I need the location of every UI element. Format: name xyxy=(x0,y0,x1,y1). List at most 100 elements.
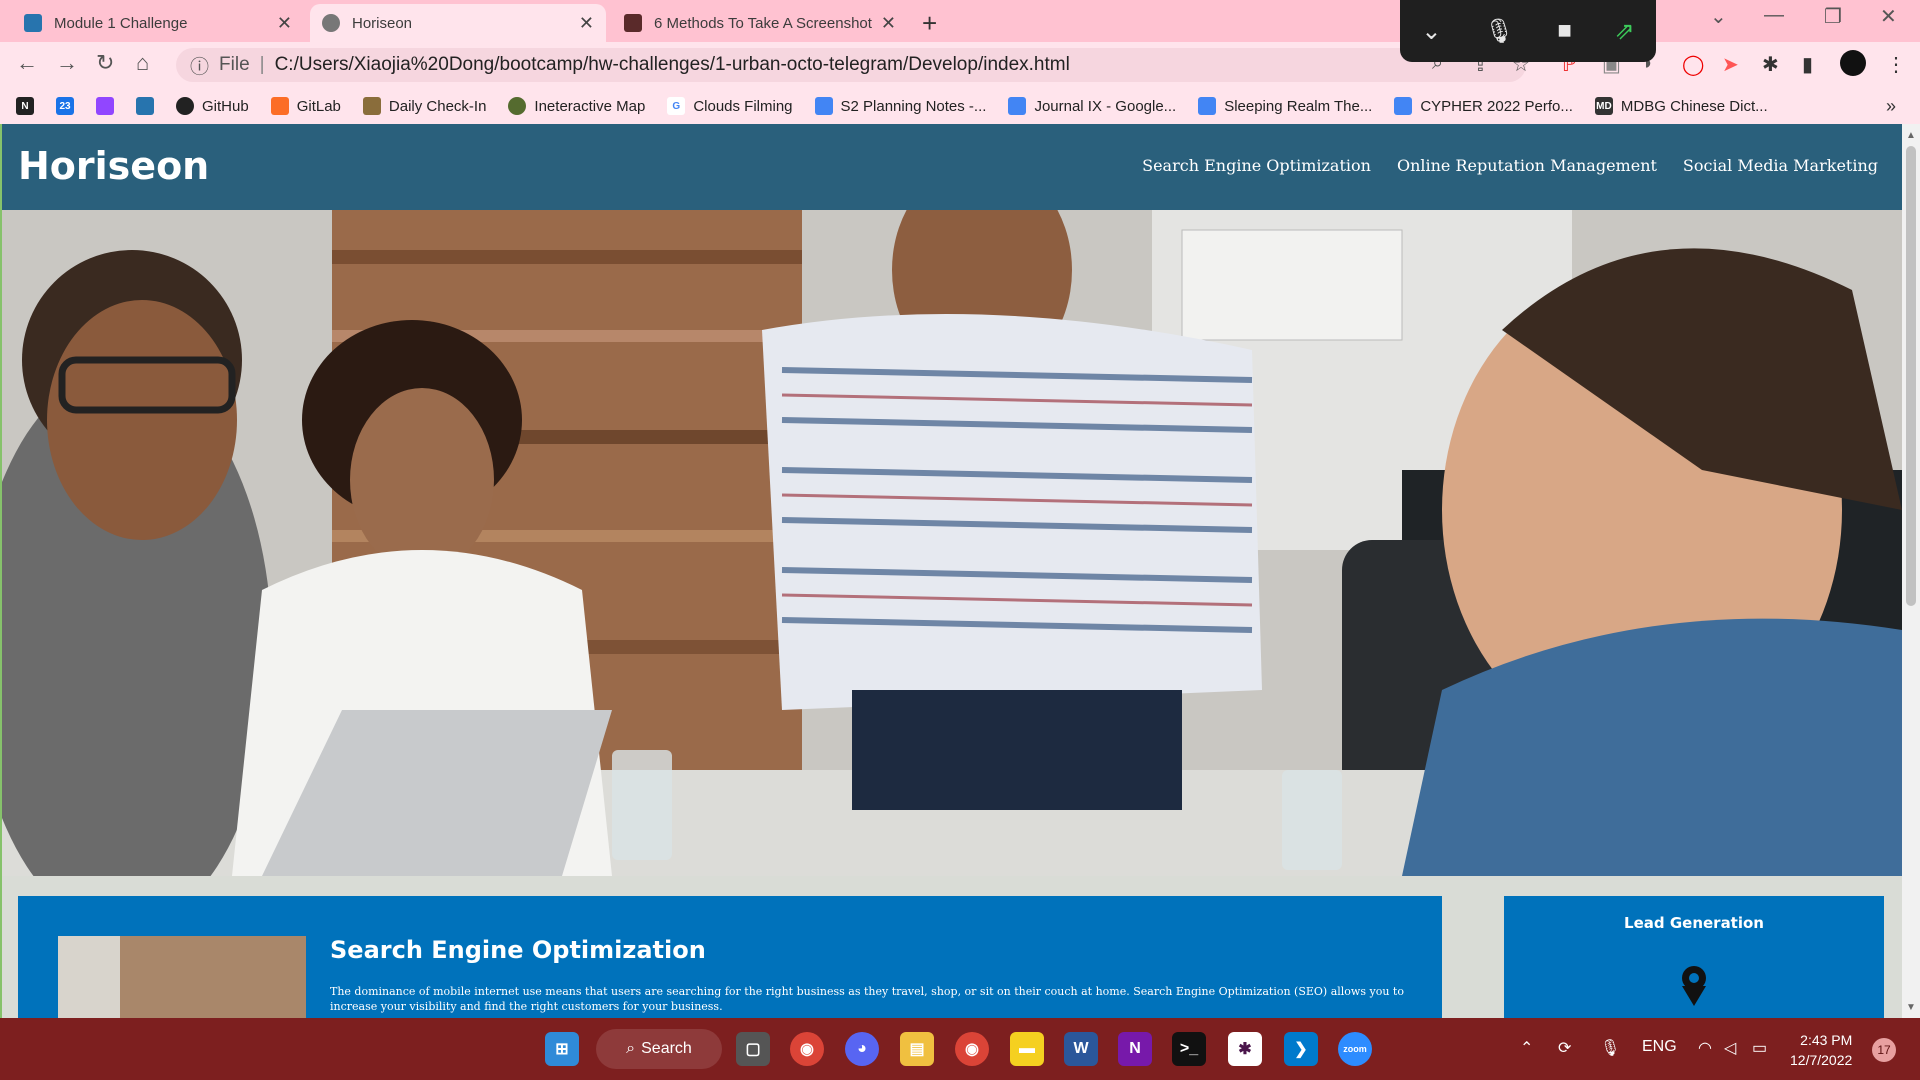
back-icon[interactable]: ← xyxy=(16,50,38,76)
windows-taskbar: ⊞ ⌕ Search ▢ ◉ ◕ ▤ ◉ ▬ W N >_ ✱ ❯ zoom ⌃… xyxy=(0,1018,1920,1080)
bookmark-github[interactable]: GitHub xyxy=(176,97,249,115)
restore-icon[interactable]: ❐ xyxy=(1824,4,1842,29)
close-icon[interactable]: ✕ xyxy=(579,13,594,34)
vscode-icon[interactable]: ❯ xyxy=(1284,1032,1318,1066)
discord-icon[interactable]: ◕ xyxy=(845,1032,879,1066)
bookmark-clouds-filming[interactable]: G Clouds Filming xyxy=(667,97,793,115)
close-icon[interactable]: ✕ xyxy=(881,13,896,34)
chevron-down-icon[interactable]: ⌄ xyxy=(1421,17,1441,46)
site-logo[interactable]: Horiseon xyxy=(18,144,209,188)
file-explorer-icon[interactable]: ▤ xyxy=(900,1032,934,1066)
bookmark-gitlab[interactable]: GitLab xyxy=(270,97,341,115)
microphone-icon[interactable]: 🎙 xyxy=(1600,1038,1620,1058)
window-close-icon[interactable]: ✕ xyxy=(1880,4,1897,29)
sync-icon[interactable]: ⟳ xyxy=(1558,1038,1571,1058)
close-icon[interactable]: ✕ xyxy=(277,13,292,34)
bookmark-notion[interactable]: N xyxy=(16,97,34,115)
task-view-icon[interactable]: ▢ xyxy=(736,1032,770,1066)
sticky-notes-icon[interactable]: ▬ xyxy=(1010,1032,1044,1066)
bookmark-mdbg[interactable]: MD MDBG Chinese Dict... xyxy=(1594,97,1768,115)
home-icon[interactable]: ⌂ xyxy=(136,50,149,76)
seo-heading: Search Engine Optimization xyxy=(330,936,706,964)
tab-search-icon[interactable]: ⌄ xyxy=(1710,4,1727,29)
opera-icon[interactable]: ◯ xyxy=(1682,52,1704,77)
seo-description: The dominance of mobile internet use mea… xyxy=(330,985,1404,1013)
zoom-meeting-controls: ⌄ 🎙 ■ ⇗ xyxy=(1400,0,1656,62)
page-viewport: Horiseon Search Engine Optimization Onli… xyxy=(0,124,1920,1018)
bookmark-sleeping-realm[interactable]: Sleeping Realm The... xyxy=(1198,97,1372,115)
wifi-icon[interactable]: ◠ xyxy=(1698,1038,1712,1058)
bookmark-ucla[interactable] xyxy=(136,97,154,115)
side-panel-icon[interactable]: ▮ xyxy=(1802,52,1813,77)
url-path[interactable]: C:/Users/Xiaojia%20Dong/bootcamp/hw-chal… xyxy=(275,54,1070,76)
taskbar-search[interactable]: ⌕ Search xyxy=(596,1029,722,1069)
chrome-icon[interactable]: ◉ xyxy=(955,1032,989,1066)
gitlab-icon xyxy=(270,97,289,115)
microphone-muted-icon[interactable]: 🎙 xyxy=(1484,17,1514,46)
bookmarks-overflow-icon[interactable]: » xyxy=(1886,96,1896,117)
bookmark-journal-ix[interactable]: Journal IX - Google... xyxy=(1008,97,1176,115)
slack-icon[interactable]: ✱ xyxy=(1228,1032,1262,1066)
reload-icon[interactable]: ↻ xyxy=(96,50,114,76)
new-tab-icon[interactable]: + xyxy=(922,8,937,39)
puzzle-icon[interactable]: ✱ xyxy=(1762,52,1779,77)
bookmark-label: Daily Check-In xyxy=(388,97,487,115)
zoom-icon[interactable]: zoom xyxy=(1338,1032,1372,1066)
bookmark-label: S2 Planning Notes -... xyxy=(840,97,987,115)
minimize-icon[interactable]: — xyxy=(1764,4,1784,27)
docs-icon xyxy=(814,97,833,115)
info-icon[interactable]: ⓘ xyxy=(190,52,209,79)
forward-icon[interactable]: → xyxy=(56,50,78,76)
calendar-icon: 23 xyxy=(56,97,74,115)
tab-horiseon[interactable]: Horiseon ✕ xyxy=(310,4,606,42)
terminal-icon[interactable]: >_ xyxy=(1172,1032,1206,1066)
lead-generation-heading: Lead Generation xyxy=(1624,914,1764,932)
extension-icon[interactable]: ➤ xyxy=(1722,52,1739,77)
volume-icon[interactable]: ◁ xyxy=(1724,1038,1736,1058)
scroll-thumb[interactable] xyxy=(1906,146,1916,606)
bookmark-label: CYPHER 2022 Perfo... xyxy=(1420,97,1573,115)
hero-image xyxy=(2,210,1902,876)
tab-screenshot-methods[interactable]: 6 Methods To Take A Screenshot ✕ xyxy=(612,4,908,42)
address-bar[interactable]: ⓘ File | C:/Users/Xiaojia%20Dong/bootcam… xyxy=(176,48,1526,82)
bookmark-interactive-map[interactable]: Ineteractive Map xyxy=(508,97,645,115)
search-icon: ⌕ xyxy=(626,1040,636,1057)
nav-link-reputation[interactable]: Online Reputation Management xyxy=(1397,156,1657,175)
chevron-up-icon[interactable]: ⌃ xyxy=(1520,1038,1533,1058)
language-indicator[interactable]: ENG xyxy=(1642,1038,1677,1056)
site-nav: Search Engine Optimization Online Reputa… xyxy=(1142,156,1878,175)
map-icon xyxy=(508,97,527,115)
tab-module-1-challenge[interactable]: Module 1 Challenge ✕ xyxy=(12,4,304,42)
kebab-menu-icon[interactable]: ⋮ xyxy=(1886,52,1906,77)
notification-badge[interactable]: 17 xyxy=(1872,1038,1896,1062)
bookmark-label: Clouds Filming xyxy=(693,97,793,115)
word-icon[interactable]: W xyxy=(1064,1032,1098,1066)
chrome-icon[interactable]: ◉ xyxy=(790,1032,824,1066)
avatar[interactable] xyxy=(1840,50,1866,76)
bookmark-twitch[interactable] xyxy=(96,97,114,115)
system-clock[interactable]: 2:43 PM 12/7/2022 xyxy=(1790,1030,1852,1070)
onenote-icon[interactable]: N xyxy=(1118,1032,1152,1066)
bookmark-s2-planning-notes[interactable]: S2 Planning Notes -... xyxy=(814,97,987,115)
nav-link-social-media[interactable]: Social Media Marketing xyxy=(1683,156,1878,175)
share-screen-icon[interactable]: ⇗ xyxy=(1615,17,1635,46)
meeting-photo xyxy=(2,210,1902,876)
bookmark-label: Ineteractive Map xyxy=(534,97,646,115)
bookmark-calendar[interactable]: 23 xyxy=(56,97,74,115)
bookmark-daily-check-in[interactable]: Daily Check-In xyxy=(362,97,487,115)
mdbg-icon: MD xyxy=(1594,97,1613,115)
page-scrollbar[interactable]: ▲ ▼ xyxy=(1902,124,1920,1018)
ucla-icon xyxy=(136,97,154,115)
video-camera-icon[interactable]: ■ xyxy=(1557,17,1572,45)
bookmark-label: Sleeping Realm The... xyxy=(1224,97,1373,115)
tab-title: 6 Methods To Take A Screenshot xyxy=(654,14,872,32)
start-icon[interactable]: ⊞ xyxy=(545,1032,579,1066)
bookmark-cypher-2022[interactable]: CYPHER 2022 Perfo... xyxy=(1394,97,1573,115)
nav-link-seo[interactable]: Search Engine Optimization xyxy=(1142,156,1371,175)
seo-image xyxy=(58,936,306,1018)
scroll-down-icon[interactable]: ▼ xyxy=(1906,1002,1916,1013)
battery-icon[interactable]: ▭ xyxy=(1752,1038,1767,1058)
ucla-icon xyxy=(24,14,42,32)
screenshot-site-icon xyxy=(624,14,642,32)
scroll-up-icon[interactable]: ▲ xyxy=(1906,130,1916,141)
